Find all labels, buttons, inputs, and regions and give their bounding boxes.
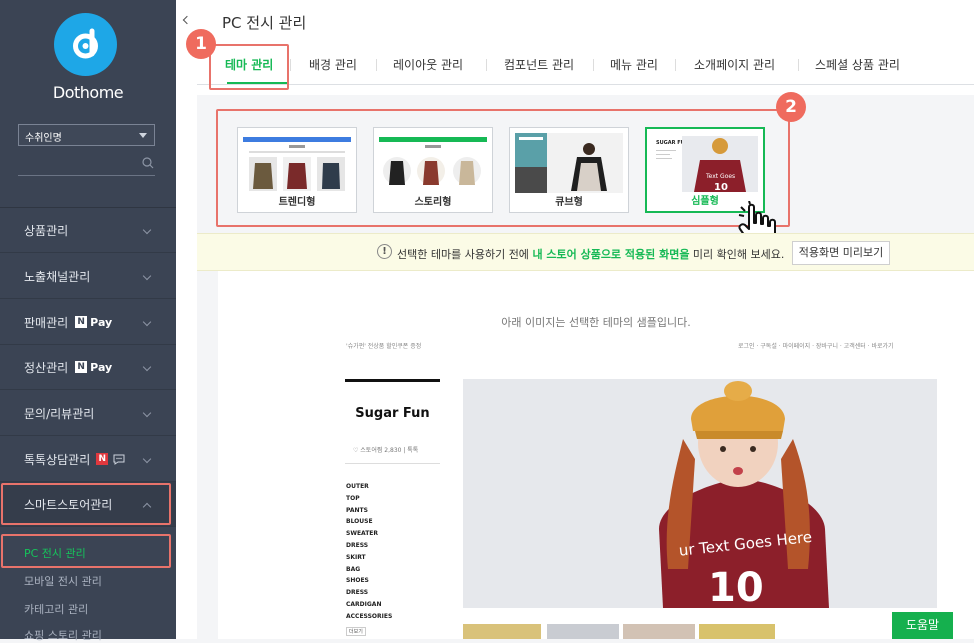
page-title: PC 전시 관리 [222,14,307,32]
npay-n-icon: N [75,316,88,328]
chevron-left-icon[interactable] [182,15,192,25]
subitem-mobile-display[interactable]: 모바일 전시 관리 [24,573,102,589]
sidebar-item-settlement[interactable]: 정산관리 N Pay [0,345,176,390]
npay-label: Pay [90,360,113,374]
category-item: SWEATER [346,530,379,538]
store-name: Sugar Fun [355,406,430,421]
chevron-down-icon [142,317,152,327]
notice-highlight: 내 스토어 상품으로 적용된 화면을 [532,248,690,261]
tab-menu[interactable]: 메뉴 관리 [610,56,658,73]
chevron-down-icon [142,271,152,281]
tab-separator [486,59,487,71]
sidebar: Dothome 수취인명 상품관리 노출채널관리 판매관리 N Pay 정산관리 … [0,0,176,642]
tab-component[interactable]: 컴포넌트 관리 [504,56,574,73]
subitem-shopping-story[interactable]: 쇼핑 스토리 관리 [24,627,102,643]
theme-tab-highlight [209,44,289,90]
new-badge: N [96,453,109,465]
npay-badge: N Pay [75,316,112,329]
category-item: ACCESSORIES [346,612,393,620]
notice-suffix: 미리 확인해 보세요. [689,248,785,261]
callout-badge-1: 1 [186,29,216,59]
sample-caption: 아래 이미지는 선택한 테마의 샘플입니다. [501,316,691,329]
more-button: 더보기 [346,627,366,636]
category-item: OUTER [346,483,369,490]
sidebar-item-talktalk[interactable]: 톡톡상담관리 N [0,437,176,482]
tab-separator [290,59,291,71]
brand-name: Dothome [52,83,124,102]
store-separator [345,463,440,464]
main-content: PC 전시 관리 테마 관리 배경 관리 레이아웃 관리 컴포넌트 관리 메뉴 … [176,0,974,639]
sample-top-right: 로그인 · 구독설 · 마이페이지 · 장바구니 · 고객센터 · 바로가기 [738,343,894,350]
category-item: SKIRT [346,553,366,561]
category-list: OUTER TOP PANTS BLOUSE SWEATER DRESS SKI… [346,481,392,623]
notice-text: 선택한 테마를 사용하기 전에 내 스토어 상품으로 적용된 화면을 미리 확인… [397,246,784,262]
smartstore-highlight [1,483,171,525]
sidebar-item-label: 상품관리 [24,223,69,238]
preview-button[interactable]: 적용화면 미리보기 [792,241,890,265]
tab-separator [798,59,799,71]
sidebar-item-channels[interactable]: 노출채널관리 [0,254,176,299]
search-input[interactable] [18,175,155,176]
store-bar [345,379,440,382]
sidebar-item-products[interactable]: 상품관리 [0,208,176,253]
tab-separator [675,59,676,71]
sample-area: 아래 이미지는 선택한 테마의 샘플입니다. '슈가펀' 전상품 할인쿠폰 증정… [197,271,974,639]
thumbnail-image [699,624,775,639]
info-icon: ! [377,244,392,259]
category-item: BAG [346,565,361,573]
search-icon[interactable] [142,157,154,169]
sidebar-item-label: 판매관리 [24,315,69,330]
chat-icon [113,454,125,465]
category-item: TOP [346,494,360,502]
tab-intro-page[interactable]: 소개페이지 관리 [694,56,775,73]
tab-background[interactable]: 배경 관리 [309,56,357,73]
npay-label: Pay [90,315,113,329]
npay-badge: N Pay [75,361,112,374]
sidebar-item-label: 문의/리뷰관리 [24,406,95,421]
store-select-value: 수취인명 [25,133,62,144]
sidebar-item-sales[interactable]: 판매관리 N Pay [0,300,176,345]
subitem-category[interactable]: 카테고리 관리 [24,601,88,617]
tab-separator [376,59,377,71]
sample-top-left: '슈가펀' 전상품 할인쿠폰 증정 [346,343,422,350]
hero-image: ur Text Goes Here 10 [463,379,937,608]
notice-prefix: 선택한 테마를 사용하기 전에 [397,248,533,261]
chevron-down-icon [142,454,152,464]
subitem-pc-display[interactable]: PC 전시 관리 [24,545,86,561]
npay-n-icon: N [75,361,88,373]
theme-selector-highlight [216,109,790,227]
store-select[interactable]: 수취인명 [18,124,155,146]
notice-bar: ! 선택한 테마를 사용하기 전에 내 스토어 상품으로 적용된 화면을 미리 … [197,233,974,271]
tab-special-products[interactable]: 스페셜 상품 관리 [815,56,900,73]
category-item: DRESS [346,541,369,549]
category-item: PANTS [346,506,368,514]
hero-number: 10 [708,565,764,608]
sidebar-item-label: 정산관리 [24,360,69,375]
chevron-down-icon [139,133,147,138]
dothome-logo-icon[interactable] [54,13,117,76]
sidebar-item-label: 노출채널관리 [24,269,91,284]
sidebar-item-label: 톡톡상담관리 [24,452,91,467]
help-button[interactable]: 도움말 [892,612,953,639]
thumbnail-image [547,624,619,639]
chevron-down-icon [142,225,152,235]
thumbnail-image [463,624,541,639]
tab-layout[interactable]: 레이아웃 관리 [393,56,463,73]
category-item: CARDIGAN [346,600,382,608]
tab-separator [593,59,594,71]
sidebar-item-inquiries[interactable]: 문의/리뷰관리 [0,391,176,436]
chevron-down-icon [142,408,152,418]
category-item: DRESS [346,589,369,597]
tab-bar: 테마 관리 배경 관리 레이아웃 관리 컴포넌트 관리 메뉴 관리 소개페이지 … [197,46,974,85]
category-item: SHOES [346,577,369,585]
callout-badge-2: 2 [776,92,806,122]
category-item: BLOUSE [346,518,373,526]
store-meta: ♡ 스토어찜 2,830 | 톡톡 [353,447,419,454]
chevron-down-icon [142,362,152,372]
sample-preview: 아래 이미지는 선택한 테마의 샘플입니다. '슈가펀' 전상품 할인쿠폰 증정… [218,271,974,639]
thumbnail-image [623,624,695,639]
